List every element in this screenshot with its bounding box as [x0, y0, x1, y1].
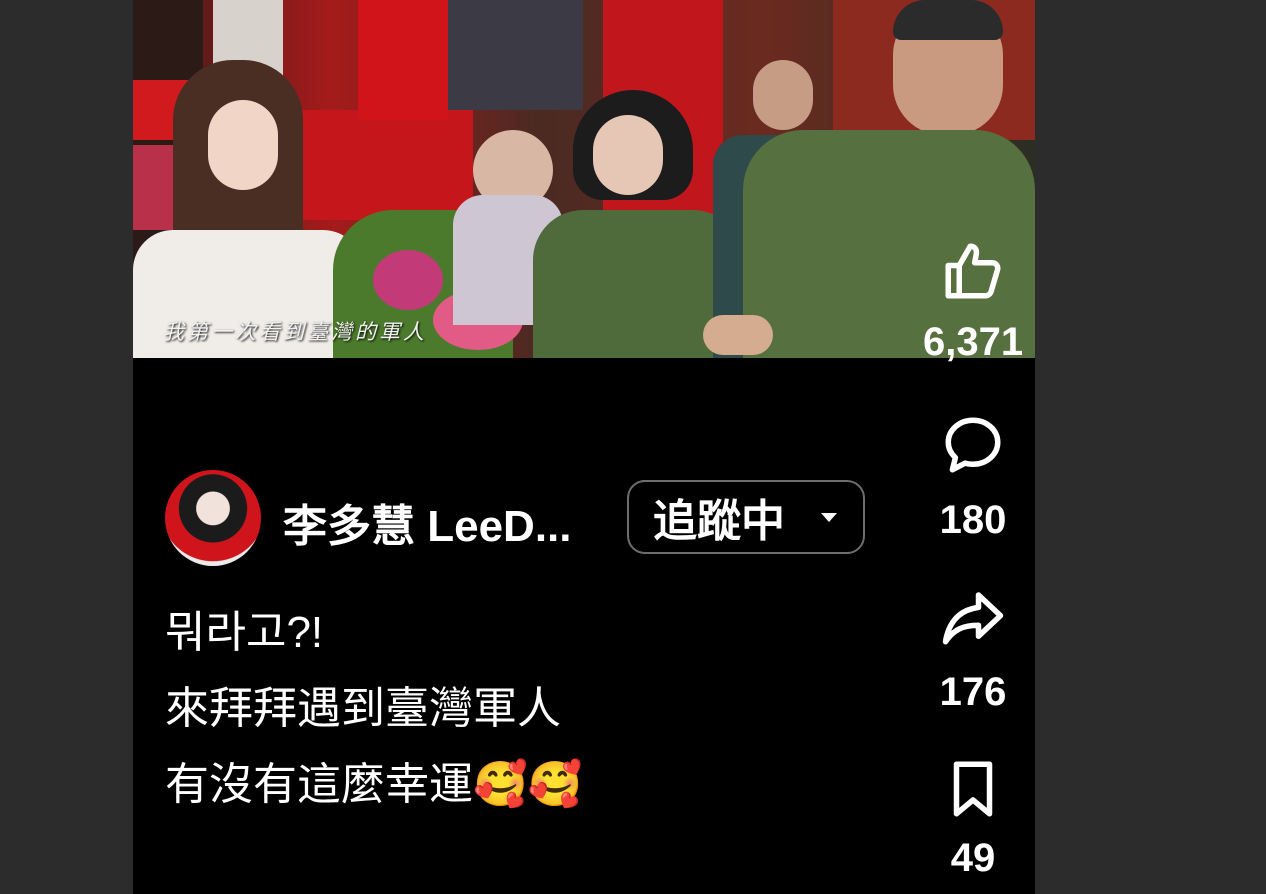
save-count: 49 — [950, 836, 996, 880]
thumbs-up-icon — [945, 243, 1001, 299]
caption-line-1: 뭐라고?! — [165, 608, 324, 657]
share-arrow-icon — [942, 592, 1004, 645]
caption-line-3: 有沒有這麼幸運🥰🥰 — [165, 760, 583, 809]
subscribed-label: 追蹤中 — [653, 497, 785, 546]
left-gutter — [0, 0, 133, 894]
caption-line-2: 來拜拜遇到臺灣軍人 — [165, 684, 561, 733]
comment-count: 180 — [939, 498, 1007, 542]
channel-avatar[interactable] — [165, 470, 261, 566]
shorts-player: 我第一次看到臺灣的軍人 李多慧 LeeD... 追蹤中 뭐라고?! 來拜拜遇到臺… — [133, 0, 1035, 894]
chevron-down-icon — [821, 513, 837, 522]
share-count: 176 — [939, 670, 1007, 714]
comment-bubble-icon — [945, 417, 1001, 473]
channel-name[interactable]: 李多慧 LeeD... — [283, 490, 572, 554]
comment-button[interactable]: 180 — [923, 412, 1023, 543]
like-button[interactable]: 6,371 — [923, 238, 1023, 365]
share-button[interactable]: 176 — [923, 584, 1023, 715]
video-subtitle: 我第一次看到臺灣的軍人 — [163, 320, 427, 344]
subscribed-button[interactable]: 追蹤中 — [627, 480, 865, 554]
save-button[interactable]: 49 — [923, 756, 1023, 881]
bookmark-icon — [953, 761, 993, 817]
like-count: 6,371 — [923, 320, 1024, 364]
right-gutter — [1035, 0, 1266, 894]
video-frame[interactable]: 我第一次看到臺灣的軍人 — [133, 0, 1035, 358]
